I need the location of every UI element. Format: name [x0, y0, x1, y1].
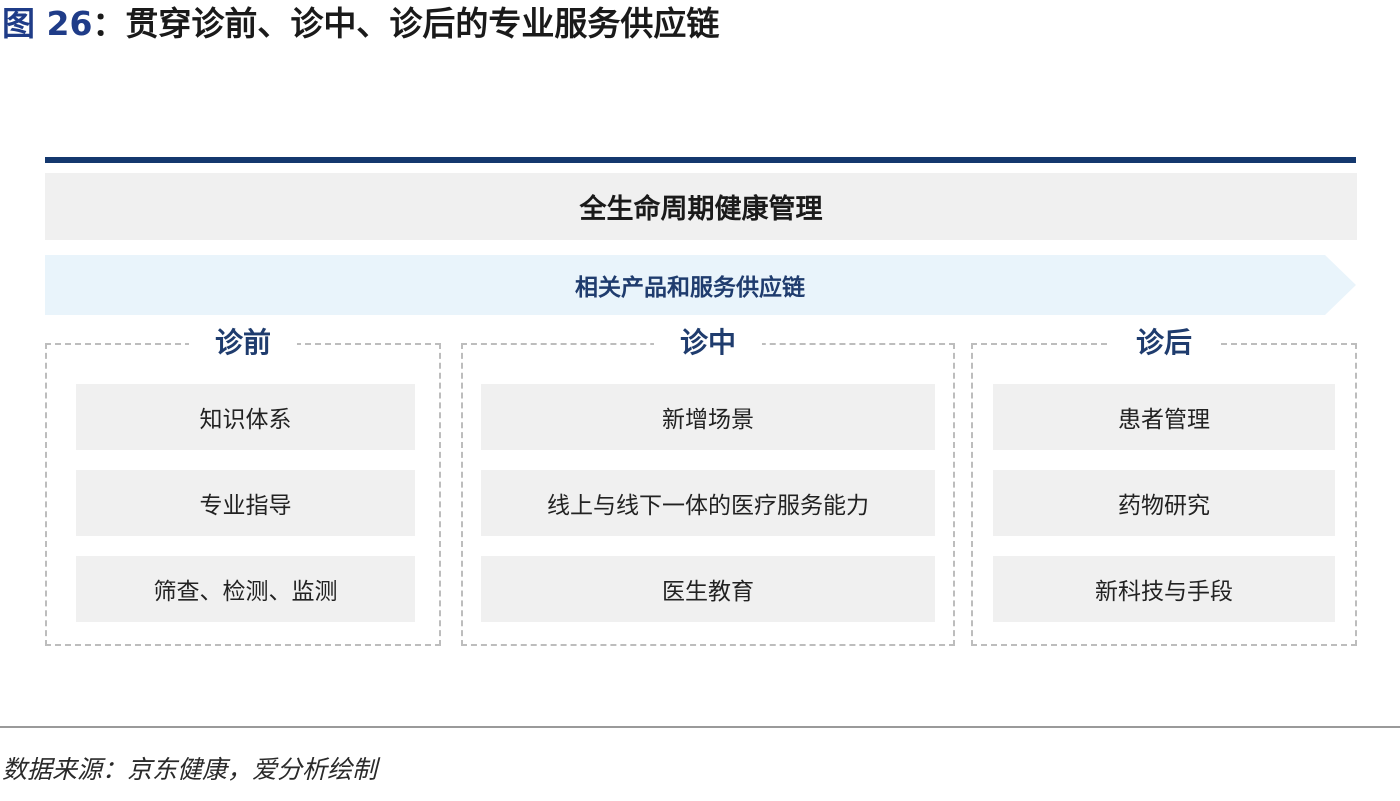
phase-item: 线上与线下一体的医疗服务能力 — [481, 470, 935, 536]
lifecycle-band-label: 全生命周期健康管理 — [579, 194, 823, 225]
figure-caption: ：贯穿诊前、诊中、诊后的专业服务供应链 — [92, 4, 720, 43]
phase-title: 诊前 — [188, 325, 298, 361]
supply-chain-label: 相关产品和服务供应链 — [575, 275, 805, 301]
phase-item: 药物研究 — [993, 470, 1335, 536]
figure-number: 图 26 — [2, 4, 93, 43]
phase-item: 患者管理 — [993, 384, 1335, 450]
phase-title: 诊后 — [1109, 325, 1219, 361]
lifecycle-band: 全生命周期健康管理 — [45, 173, 1357, 240]
footer-divider — [0, 726, 1400, 728]
phase-pre-diagnosis: 诊前 知识体系 专业指导 筛查、检测、监测 — [45, 325, 441, 646]
phase-during-diagnosis: 诊中 新增场景 线上与线下一体的医疗服务能力 医生教育 — [461, 325, 955, 646]
phase-item: 知识体系 — [76, 384, 415, 450]
phase-post-diagnosis: 诊后 患者管理 药物研究 新科技与手段 — [971, 325, 1357, 646]
supply-chain-arrow: 相关产品和服务供应链 — [45, 255, 1356, 315]
figure-title: 图 26：贯穿诊前、诊中、诊后的专业服务供应链 — [2, 2, 719, 46]
source-note: 数据来源：京东健康，爱分析绘制 — [2, 755, 378, 784]
top-divider — [45, 157, 1356, 163]
phase-item: 专业指导 — [76, 470, 415, 536]
phase-item: 新增场景 — [481, 384, 935, 450]
phase-item: 医生教育 — [481, 556, 935, 622]
phase-item: 新科技与手段 — [993, 556, 1335, 622]
phase-item: 筛查、检测、监测 — [76, 556, 415, 622]
phase-title: 诊中 — [653, 325, 763, 361]
